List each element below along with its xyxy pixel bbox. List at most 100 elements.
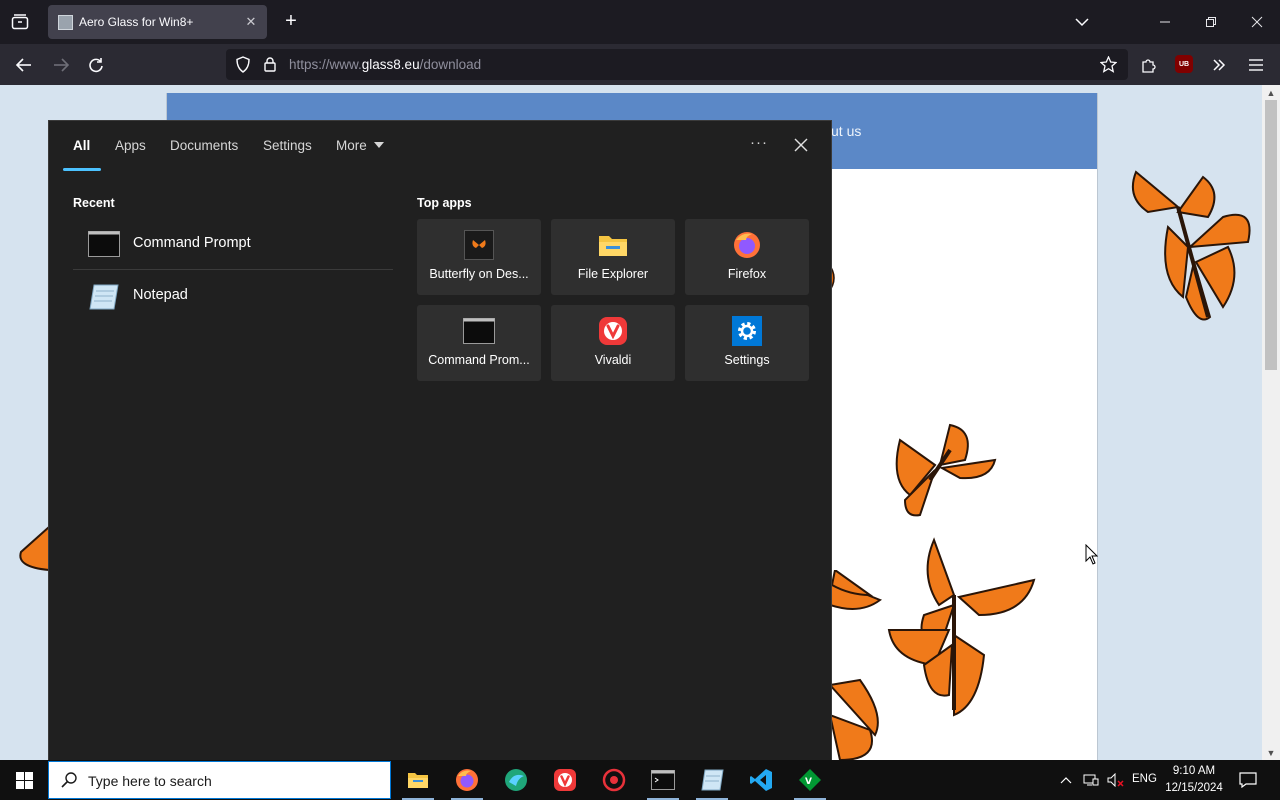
butterfly-icon — [463, 229, 495, 261]
tile-label: Butterfly on Des... — [429, 267, 529, 281]
tab-title: Aero Glass for Win8+ — [79, 15, 194, 29]
butterfly-image — [830, 678, 879, 760]
recent-item-command-prompt[interactable]: Command Prompt — [73, 219, 393, 269]
taskbar-davinci-icon[interactable] — [590, 760, 638, 800]
close-window-icon[interactable] — [1245, 10, 1269, 34]
tab-apps[interactable]: Apps — [115, 138, 146, 153]
divider — [73, 269, 393, 270]
top-app-command-prompt[interactable]: Command Prom... — [417, 305, 541, 381]
tab-more[interactable]: More — [336, 138, 384, 153]
settings-gear-icon — [731, 315, 763, 347]
recent-heading: Recent — [73, 196, 115, 210]
scrollbar-thumb[interactable] — [1265, 100, 1277, 370]
minimize-window-icon[interactable] — [1153, 10, 1177, 34]
top-app-vivaldi[interactable]: Vivaldi — [551, 305, 675, 381]
taskbar-notepad-icon[interactable] — [688, 760, 736, 800]
butterfly-image — [19, 524, 50, 572]
browser-tab-active[interactable]: Aero Glass for Win8+ ✕ — [48, 5, 267, 39]
butterfly-image — [887, 537, 1036, 717]
browser-tab-bar: Aero Glass for Win8+ ✕ + — [0, 0, 1280, 44]
restore-window-icon[interactable] — [1199, 10, 1223, 34]
site-nav-about-link[interactable]: ut us — [831, 123, 861, 139]
tile-label: File Explorer — [577, 267, 649, 281]
tab-close-icon[interactable]: ✕ — [243, 14, 259, 30]
tab-overflow-chevron-icon[interactable] — [1072, 12, 1092, 32]
folder-icon — [597, 229, 629, 261]
taskbar-vim-icon[interactable]: V — [786, 760, 834, 800]
windows-taskbar: Type here to search V ENG 9:10 AM 12/15/… — [0, 760, 1280, 800]
tab-more-label: More — [336, 138, 367, 153]
reload-icon[interactable] — [83, 52, 109, 78]
butterfly-image — [895, 423, 997, 517]
extensions-puzzle-icon[interactable] — [1135, 52, 1161, 78]
url-host: glass8.eu — [361, 57, 420, 72]
taskbar-file-explorer-icon[interactable] — [394, 760, 442, 800]
tab-all[interactable]: All — [73, 138, 90, 153]
bookmark-star-icon[interactable] — [1099, 55, 1118, 78]
url-path: /download — [419, 57, 482, 72]
firefox-icon — [731, 229, 763, 261]
tile-label: Command Prom... — [428, 353, 530, 367]
notification-center-icon[interactable] — [1234, 760, 1262, 800]
tracking-shield-icon[interactable] — [235, 56, 251, 78]
hamburger-menu-icon[interactable] — [1243, 52, 1269, 78]
input-language-indicator[interactable]: ENG — [1132, 773, 1157, 785]
command-prompt-icon — [88, 231, 120, 257]
address-bar[interactable]: https://www.glass8.eu/download — [226, 49, 1128, 80]
butterfly-image — [830, 570, 883, 610]
tile-label: Firefox — [727, 267, 767, 281]
network-icon[interactable] — [1081, 760, 1101, 800]
more-tools-chevron-icon[interactable] — [1206, 52, 1232, 78]
windows-start-icon[interactable] — [0, 760, 48, 800]
tile-label: Vivaldi — [594, 353, 632, 367]
scroll-up-arrow-icon[interactable]: ▲ — [1266, 88, 1276, 98]
browser-nav-bar: https://www.glass8.eu/download UB — [0, 44, 1280, 85]
top-app-settings[interactable]: Settings — [685, 305, 809, 381]
taskbar-firefox-icon[interactable] — [443, 760, 491, 800]
vivaldi-icon — [597, 315, 629, 347]
taskbar-vivaldi-icon[interactable] — [541, 760, 589, 800]
top-apps-heading: Top apps — [417, 196, 472, 210]
site-favicon-icon — [58, 15, 73, 30]
taskbar-browser-green-icon[interactable] — [492, 760, 540, 800]
command-prompt-icon — [463, 315, 495, 347]
taskbar-vscode-icon[interactable] — [737, 760, 785, 800]
clock-date: 12/15/2024 — [1165, 782, 1223, 794]
active-tab-indicator — [63, 168, 101, 171]
new-tab-button[interactable]: + — [280, 10, 302, 32]
volume-muted-icon[interactable] — [1105, 760, 1127, 800]
taskbar-terminal-icon[interactable] — [639, 760, 687, 800]
mouse-cursor-icon — [1085, 543, 1099, 570]
recent-item-notepad[interactable]: Notepad — [73, 271, 393, 321]
show-hidden-icons-chevron-icon[interactable] — [1056, 760, 1076, 800]
forward-arrow-icon[interactable] — [48, 52, 74, 78]
tab-documents[interactable]: Documents — [170, 138, 238, 153]
lock-icon[interactable] — [263, 56, 277, 78]
tab-settings[interactable]: Settings — [263, 138, 312, 153]
ublock-origin-icon[interactable]: UB — [1175, 55, 1193, 73]
back-arrow-icon[interactable] — [11, 52, 37, 78]
scroll-down-arrow-icon[interactable]: ▼ — [1266, 748, 1276, 758]
tile-label: Settings — [724, 353, 770, 367]
top-app-firefox[interactable]: Firefox — [685, 219, 809, 295]
butterfly-image — [1132, 170, 1251, 321]
search-placeholder: Type here to search — [88, 773, 212, 789]
windows-search-panel: All Apps Documents Settings More ··· Rec… — [48, 120, 832, 760]
svg-text:V: V — [805, 777, 812, 787]
url-prefix: https://www. — [289, 57, 362, 72]
clock-time: 9:10 AM — [1172, 765, 1216, 777]
close-icon[interactable] — [789, 133, 813, 157]
url-text[interactable]: https://www.glass8.eu/download — [289, 57, 481, 72]
search-icon — [61, 772, 77, 793]
notepad-icon — [88, 283, 120, 310]
top-app-butterfly[interactable]: Butterfly on Des... — [417, 219, 541, 295]
page-scrollbar[interactable]: ▲ ▼ — [1262, 85, 1280, 760]
list-all-tabs-icon[interactable] — [6, 8, 34, 36]
recent-item-label: Command Prompt — [133, 235, 251, 251]
taskbar-clock[interactable]: 9:10 AM 12/15/2024 — [1158, 763, 1230, 797]
recent-item-label: Notepad — [133, 287, 188, 303]
caret-down-icon — [373, 142, 384, 148]
more-options-ellipsis-icon[interactable]: ··· — [747, 133, 771, 157]
taskbar-search-input[interactable]: Type here to search — [48, 761, 391, 799]
top-app-file-explorer[interactable]: File Explorer — [551, 219, 675, 295]
